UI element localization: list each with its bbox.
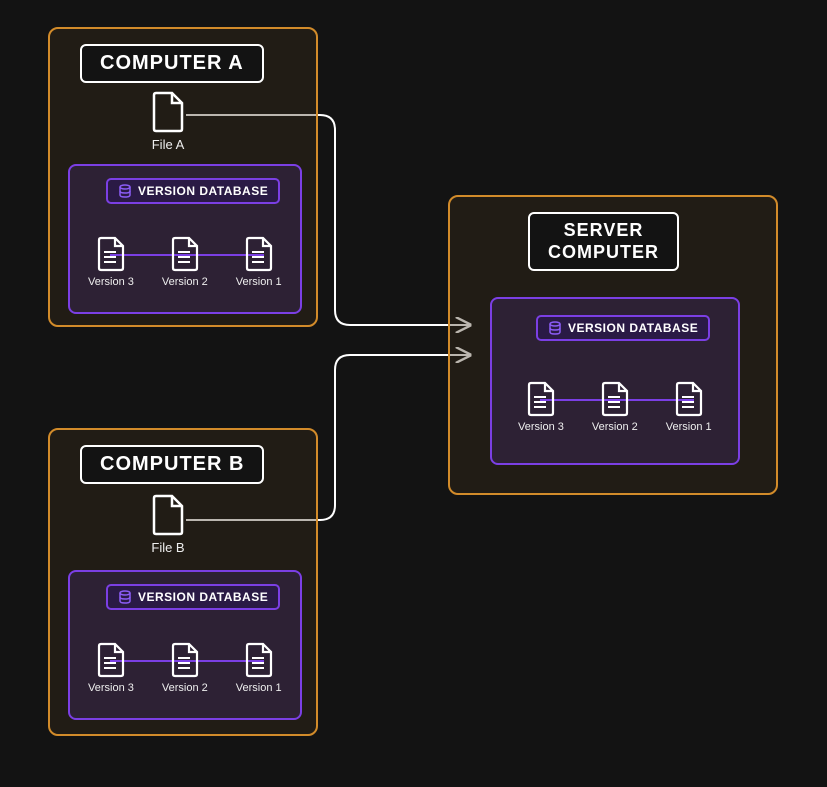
document-icon — [600, 381, 630, 417]
computer-a-vdb-header: VERSION DATABASE — [106, 178, 280, 204]
database-icon — [118, 184, 132, 198]
version-label: Version 3 — [88, 682, 134, 694]
computer-b-versions: Version 3 Version 2 Version 1 — [88, 642, 282, 694]
server-versions: Version 3 Version 2 Version 1 — [518, 381, 712, 433]
vdb-title-text: VERSION DATABASE — [138, 590, 268, 604]
computer-a-title: COMPUTER A — [80, 44, 264, 83]
computer-b-vdb: VERSION DATABASE Version 3 Version 2 — [68, 570, 302, 720]
computer-a-vdb: VERSION DATABASE Version 3 Version 2 — [68, 164, 302, 314]
computer-a-file: File A — [150, 91, 186, 152]
document-icon — [674, 381, 704, 417]
version-item: Version 1 — [236, 236, 282, 288]
version-item: Version 3 — [518, 381, 564, 433]
database-icon — [548, 321, 562, 335]
document-icon — [244, 642, 274, 678]
version-label: Version 2 — [162, 276, 208, 288]
server-vdb-header: VERSION DATABASE — [536, 315, 710, 341]
document-icon — [96, 642, 126, 678]
computer-b-vdb-header: VERSION DATABASE — [106, 584, 280, 610]
version-label: Version 2 — [162, 682, 208, 694]
version-label: Version 1 — [236, 276, 282, 288]
database-icon — [118, 590, 132, 604]
version-label: Version 2 — [592, 421, 638, 433]
version-item: Version 3 — [88, 642, 134, 694]
version-label: Version 1 — [236, 682, 282, 694]
version-label: Version 3 — [518, 421, 564, 433]
server-box: SERVER COMPUTER VERSION DATABASE Version… — [448, 195, 778, 495]
file-b-label: File B — [150, 540, 186, 555]
computer-b-file: File B — [150, 494, 186, 555]
vdb-title-text: VERSION DATABASE — [568, 321, 698, 335]
server-title: SERVER COMPUTER — [528, 212, 679, 271]
document-icon — [526, 381, 556, 417]
version-item: Version 2 — [162, 642, 208, 694]
document-icon — [96, 236, 126, 272]
version-item: Version 2 — [592, 381, 638, 433]
server-vdb: VERSION DATABASE Version 3 Version 2 — [490, 297, 740, 465]
computer-b-box: COMPUTER B File B VERSION DATABASE — [48, 428, 318, 736]
vdb-title-text: VERSION DATABASE — [138, 184, 268, 198]
version-item: Version 1 — [666, 381, 712, 433]
computer-a-versions: Version 3 Version 2 Version 1 — [88, 236, 282, 288]
computer-b-title: COMPUTER B — [80, 445, 264, 484]
document-icon — [170, 642, 200, 678]
file-icon — [150, 91, 186, 133]
file-icon — [150, 494, 186, 536]
version-label: Version 3 — [88, 276, 134, 288]
version-item: Version 1 — [236, 642, 282, 694]
version-item: Version 2 — [162, 236, 208, 288]
version-label: Version 1 — [666, 421, 712, 433]
version-item: Version 3 — [88, 236, 134, 288]
file-a-label: File A — [150, 137, 186, 152]
computer-a-box: COMPUTER A File A VERSION DATABASE — [48, 27, 318, 327]
document-icon — [244, 236, 274, 272]
document-icon — [170, 236, 200, 272]
